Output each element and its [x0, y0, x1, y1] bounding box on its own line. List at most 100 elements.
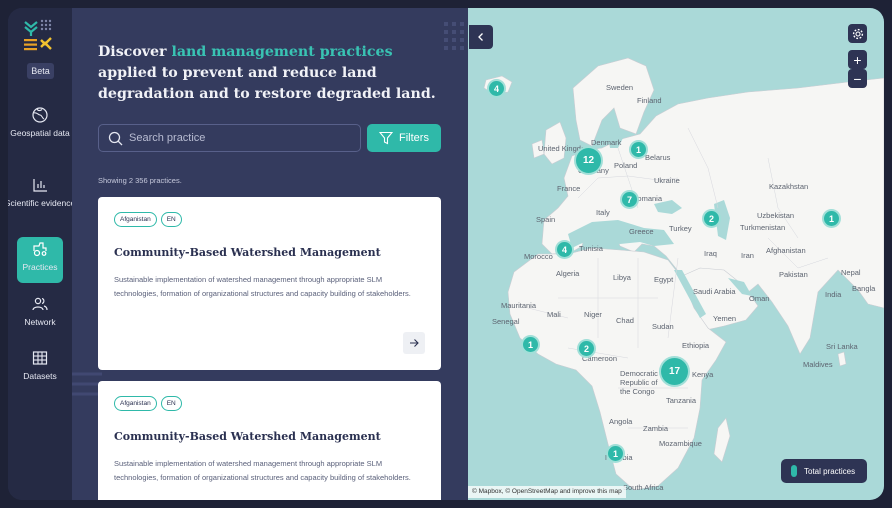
country-label: Spain [536, 215, 556, 224]
headline-text: Discover [98, 44, 172, 60]
country-label: Mauritania [501, 301, 537, 310]
app-shell: Beta Geospatial data Scientific evidence [8, 8, 884, 500]
country-label: Zambia [643, 424, 669, 433]
decorative-dots [444, 22, 464, 50]
country-label: Turkey [669, 224, 692, 233]
practice-title[interactable]: Community-Based Watershed Management [114, 430, 424, 443]
search-input[interactable] [129, 128, 354, 148]
chevron-left-icon [478, 33, 483, 41]
map-settings-button[interactable] [848, 24, 867, 43]
country-label: Tunisia [579, 244, 603, 253]
country-label: Belarus [645, 153, 671, 162]
cluster-marker[interactable]: 2 [702, 209, 721, 228]
country-label: Libya [613, 273, 631, 282]
results-count: Showing 2 356 practices. [98, 176, 182, 185]
headline-text: applied to prevent and reduce land degra… [98, 65, 436, 102]
filters-button[interactable]: Filters [367, 124, 441, 152]
country-label: Italy [596, 208, 610, 217]
zoom-out-button[interactable]: − [848, 69, 867, 88]
country-label: Turkmenistan [740, 223, 786, 232]
country-label: Mali [547, 310, 561, 319]
country-label: Denmark [591, 138, 622, 147]
country-label: Niger [584, 310, 602, 319]
practice-card[interactable]: Afganistan EN Community-Based Watershed … [98, 197, 441, 370]
globe-icon [32, 107, 48, 123]
nav-label: Practices [22, 262, 58, 272]
arrow-right-icon [410, 339, 419, 347]
funnel-icon [379, 131, 394, 145]
country-label: Nepal [841, 268, 861, 277]
country-label: Mozambique [659, 439, 702, 448]
cluster-marker[interactable]: 17 [659, 356, 690, 387]
country-label: Saudi Arabia [693, 287, 736, 296]
country-label: Uzbekistan [757, 211, 795, 220]
search-icon [108, 131, 123, 146]
country-label: Poland [614, 161, 638, 170]
practice-card[interactable]: Afganistan EN Community-Based Watershed … [98, 381, 441, 500]
country-label: South Africa [623, 483, 664, 492]
country-label: Ethiopia [682, 341, 710, 350]
filters-label: Filters [399, 132, 429, 144]
country-label: Egypt [654, 275, 674, 284]
country-label: Yemen [713, 314, 737, 323]
country-label: Finland [637, 96, 662, 105]
people-icon [32, 297, 48, 311]
nav-label: Datasets [23, 371, 57, 381]
cluster-marker[interactable]: 4 [487, 79, 506, 98]
country-label: Tanzania [666, 396, 697, 405]
cluster-marker[interactable]: 1 [629, 140, 648, 159]
country-label: France [557, 184, 581, 193]
cluster-marker[interactable]: 7 [620, 190, 639, 209]
practices-panel: Discover land management practices appli… [72, 8, 468, 500]
open-practice-button[interactable] [403, 332, 425, 354]
country-label: Morocco [524, 252, 553, 261]
country-label: Algeria [556, 269, 580, 278]
cluster-marker[interactable]: 1 [521, 335, 540, 354]
cluster-marker[interactable]: 12 [574, 146, 603, 175]
cluster-marker[interactable]: 2 [577, 339, 596, 358]
map-view[interactable]: Sweden Finland Denmark United Kingdom Be… [468, 8, 884, 500]
nav-item-geospatial-data[interactable]: Geospatial data [10, 103, 70, 149]
country-label: Afghanistan [766, 246, 806, 255]
nav-label: Scientific evidence [8, 198, 76, 208]
bar-chart-icon [33, 179, 47, 192]
language-tag: EN [160, 396, 182, 411]
country-label: Ukraine [654, 176, 680, 185]
country-tag: Afganistan [114, 212, 157, 227]
country-label: Oman [749, 294, 770, 303]
app-logo[interactable] [22, 18, 58, 56]
tag-list: Afganistan EN [114, 396, 182, 411]
cluster-marker[interactable]: 1 [606, 444, 625, 463]
country-tag: Afganistan [114, 396, 157, 411]
gear-icon [852, 28, 863, 39]
cluster-marker[interactable]: 4 [555, 240, 574, 259]
headline-link[interactable]: land management practices [171, 44, 392, 60]
legend-swatch [791, 465, 797, 477]
country-label: Iran [741, 251, 754, 260]
table-icon [32, 351, 48, 365]
nav-item-datasets[interactable]: Datasets [17, 346, 63, 392]
nav-label: Geospatial data [10, 128, 70, 138]
country-label: Bangla [852, 284, 876, 293]
practice-title[interactable]: Community-Based Watershed Management [114, 246, 424, 259]
cluster-marker[interactable]: 1 [822, 209, 841, 228]
country-label: Kenya [692, 370, 714, 379]
collapse-panel-button[interactable] [469, 25, 493, 49]
nav-item-scientific-evidence[interactable]: Scientific evidence [8, 173, 75, 219]
window-frame: Beta Geospatial data Scientific evidence [0, 0, 892, 508]
nav-item-practices[interactable]: Practices [17, 237, 63, 283]
nav-item-network[interactable]: Network [17, 292, 63, 338]
practice-description: Sustainable implementation of watershed … [114, 459, 411, 482]
country-label: Maldives [803, 360, 833, 369]
practice-description: Sustainable implementation of watershed … [114, 275, 411, 298]
search-box[interactable] [98, 124, 361, 152]
beta-badge: Beta [27, 63, 54, 79]
country-label: Pakistan [779, 270, 808, 279]
tractor-icon [33, 242, 47, 257]
country-label: Chad [616, 316, 634, 325]
country-label: Senegal [492, 317, 520, 326]
country-label: Sudan [652, 322, 674, 331]
map-attribution[interactable]: © Mapbox, © OpenStreetMap and improve th… [468, 486, 626, 498]
page-headline: Discover land management practices appli… [98, 42, 438, 105]
zoom-in-button[interactable]: + [848, 50, 867, 69]
